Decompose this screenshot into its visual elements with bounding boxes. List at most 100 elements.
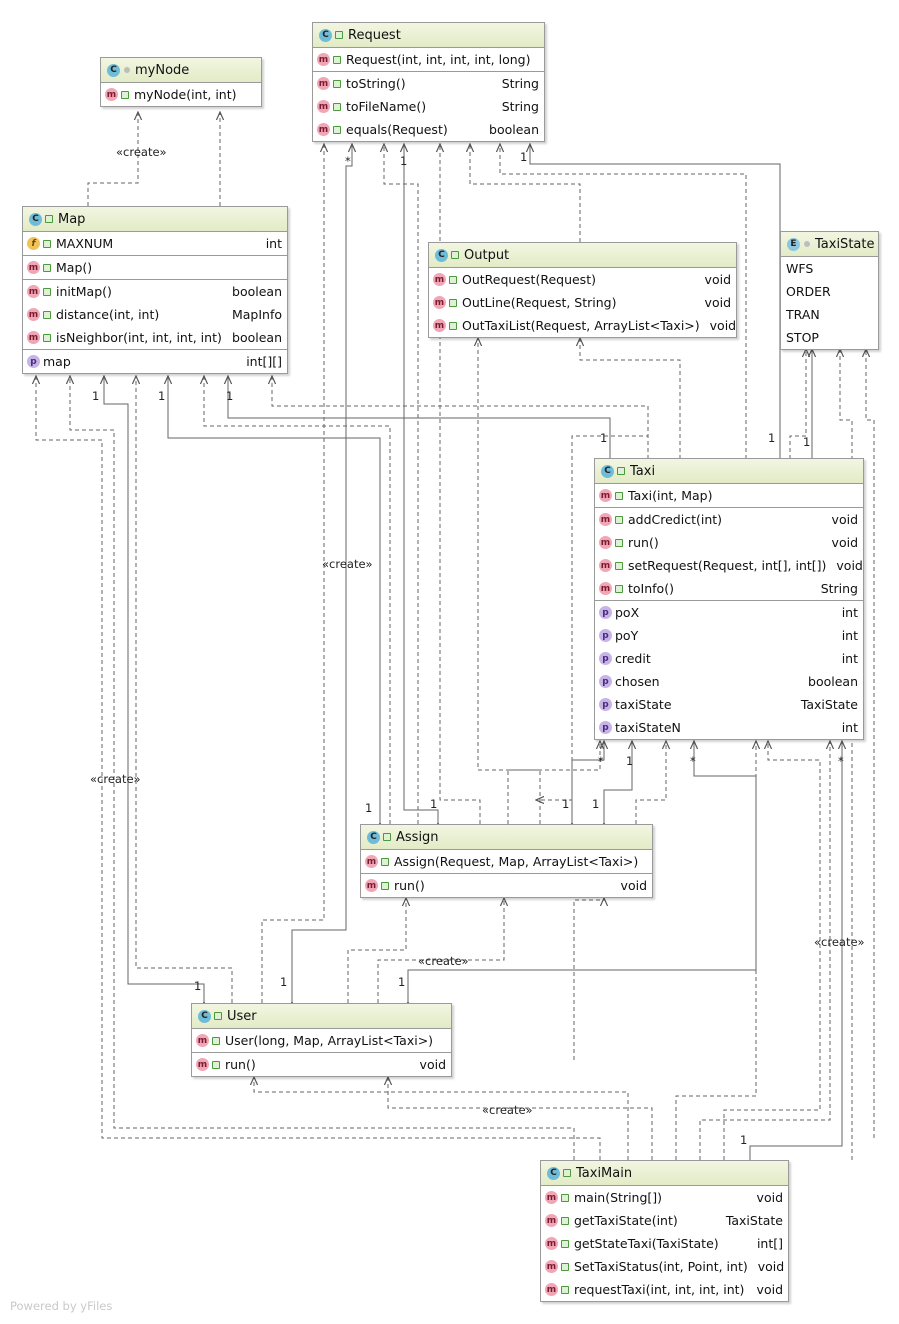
class-assign[interactable]: C Assign m Assign(Request, Map, ArrayList<…: [360, 824, 653, 898]
enum-value: STOP: [786, 330, 819, 345]
class-mynode[interactable]: CmyNode m myNode(int, int): [100, 57, 262, 107]
property-name: credit: [615, 651, 651, 666]
create-label-taxi: «create»: [814, 935, 865, 949]
multiplicity-label: 1: [600, 431, 608, 445]
class-name: Assign: [396, 829, 439, 845]
method-row: m equals(Request) boolean: [313, 118, 544, 141]
dep-taximain-taxi-b: [699, 741, 830, 1160]
property-name: taxiStateN: [615, 720, 681, 735]
multiplicity-label: 1: [768, 431, 776, 445]
property-type: int: [841, 628, 858, 643]
create-label-mynode: «create»: [116, 145, 167, 159]
dep-assign-request: [384, 144, 419, 824]
public-visibility-icon: [212, 1036, 220, 1045]
method-name: OutLine(Request, String): [462, 295, 617, 310]
public-visibility-icon: [43, 239, 51, 248]
dep-assign-output: [478, 338, 541, 824]
multiplicity-label: *: [690, 754, 696, 768]
public-visibility-icon: [212, 1060, 220, 1069]
dep-assign-taxi-b: [635, 741, 666, 824]
method-type: void: [704, 295, 731, 310]
assoc-user-map: [104, 376, 204, 1002]
multiplicity-label: 1: [520, 150, 528, 164]
method-icon: m: [317, 77, 330, 90]
property-name: poY: [615, 628, 639, 643]
public-visibility-icon: [381, 881, 389, 890]
method-name: requestTaxi(int, int, int, int): [574, 1282, 745, 1297]
method-icon: m: [545, 1214, 558, 1227]
property-type: boolean: [808, 674, 858, 689]
method-type: void: [836, 558, 863, 573]
assoc-taxi-map: [228, 376, 610, 458]
class-header: C Request: [313, 23, 544, 48]
method-name: toString(): [346, 76, 406, 91]
class-user[interactable]: C User m User(long, Map, ArrayList<Taxi>) …: [191, 1003, 452, 1077]
class-name: TaxiState: [815, 236, 875, 252]
multiplicity-label: 1: [280, 975, 288, 989]
dep-taximain-user: [254, 1077, 629, 1160]
public-visibility-icon: [561, 1193, 569, 1202]
property-type: int: [841, 651, 858, 666]
method-name: initMap(): [56, 284, 112, 299]
property-name: chosen: [615, 674, 660, 689]
property-row: p taxiStateN int: [595, 716, 863, 739]
property-icon: p: [599, 652, 612, 665]
multiplicity-label: 1: [400, 154, 408, 168]
method-type: void: [756, 1282, 783, 1297]
method-name: toInfo(): [628, 581, 674, 596]
class-map[interactable]: C Map f MAXNUM int m Map() m initMap() boolean…: [22, 206, 288, 374]
dep-user-map: [136, 376, 233, 1003]
class-icon: C: [435, 248, 448, 262]
method-row: m toString() String: [313, 72, 544, 95]
property-icon: p: [599, 698, 612, 711]
method-name: setRequest(Request, int[], int[]): [628, 558, 827, 573]
property-row: p map int[][]: [23, 350, 287, 373]
class-taxi[interactable]: C Taxi m Taxi(int, Map) m addCredict(int) vo…: [594, 458, 864, 740]
class-icon: C: [319, 28, 332, 42]
method-row: m initMap() boolean: [23, 280, 287, 303]
class-name: Taxi: [630, 463, 656, 479]
multiplicity-label: 1: [626, 754, 634, 768]
field-row: f MAXNUM int: [23, 232, 287, 255]
public-visibility-icon: [45, 215, 53, 223]
class-name: User: [227, 1008, 257, 1024]
multiplicity-label: 1: [740, 1133, 748, 1147]
class-icon: C: [29, 212, 42, 226]
public-visibility-icon: [449, 321, 457, 330]
public-visibility-icon: [449, 275, 457, 284]
property-row: p chosen boolean: [595, 670, 863, 693]
class-icon: C: [601, 464, 614, 478]
class-name: Map: [58, 211, 86, 227]
public-visibility-icon: [561, 1216, 569, 1225]
create-label-request: «create»: [322, 557, 373, 571]
method-type: void: [704, 272, 731, 287]
multiplicity-label: 1: [430, 797, 438, 811]
property-icon: p: [27, 355, 40, 368]
method-row: m run() void: [192, 1053, 451, 1076]
class-output[interactable]: C Output m OutRequest(Request) void m OutLin…: [428, 242, 737, 338]
method-name: equals(Request): [346, 122, 448, 137]
class-taximain[interactable]: C TaxiMain m main(String[]) void m getTaxiSt…: [540, 1160, 789, 1302]
property-icon: p: [599, 629, 612, 642]
method-name: addCredict(int): [628, 512, 723, 527]
create-label-user: «create»: [482, 1103, 533, 1117]
field-type: int: [265, 236, 282, 251]
property-name: poX: [615, 605, 640, 620]
method-name: OutRequest(Request): [462, 272, 596, 287]
enum-icon: E: [787, 237, 800, 251]
enum-taxistate[interactable]: E TaxiState WFS ORDER TRAN STOP: [780, 231, 879, 350]
method-icon: m: [317, 100, 330, 113]
method-row: m addCredict(int) void: [595, 508, 863, 531]
enum-value: ORDER: [786, 284, 831, 299]
multiplicity-label: 1: [398, 975, 406, 989]
method-row: m distance(int, int) MapInfo: [23, 303, 287, 326]
method-row: m getTaxiState(int) TaxiState: [541, 1209, 788, 1232]
class-request[interactable]: C Request m Request(int, int, int, int, lo…: [312, 22, 545, 142]
method-name: OutTaxiList(Request, ArrayList<Taxi>): [462, 318, 700, 333]
multiplicity-label: 1: [194, 979, 202, 993]
class-header: CmyNode: [101, 58, 261, 83]
method-type: void: [419, 1057, 446, 1072]
property-row: p poY int: [595, 624, 863, 647]
class-header: C Assign: [361, 825, 652, 850]
method-name: Taxi(int, Map): [628, 488, 713, 503]
